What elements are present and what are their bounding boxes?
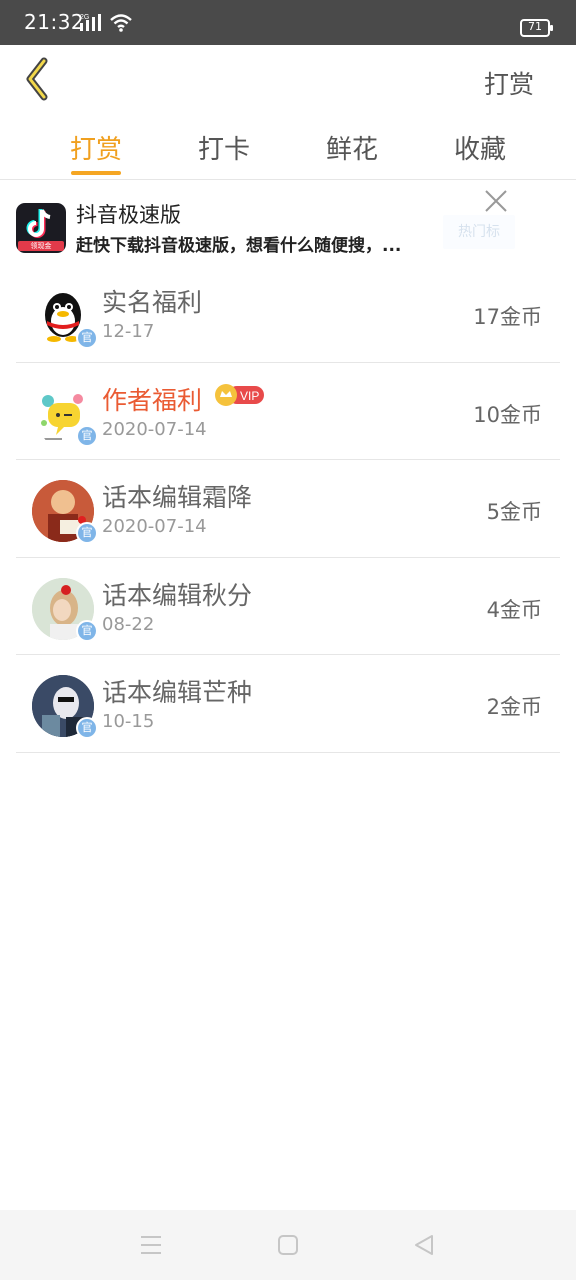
official-badge: 官: [76, 619, 98, 642]
ad-title: 抖音极速版: [76, 203, 181, 227]
official-badge: 官: [76, 522, 98, 545]
wifi-icon: [110, 14, 132, 32]
reward-sender-name: 话本编辑霜降: [102, 483, 253, 513]
official-badge: 官: [76, 327, 98, 349]
list-item[interactable]: 官 作者福利 VIP 2020-07-14 10金币: [16, 363, 560, 461]
list-item[interactable]: 官 实名福利 12-17 17金币: [16, 265, 560, 363]
official-badge: 官: [76, 424, 98, 447]
tab-reward[interactable]: 打赏: [66, 129, 126, 166]
tab-flowers[interactable]: 鲜花: [322, 129, 382, 166]
reward-amount: 10金币: [473, 402, 542, 427]
page-title: 打赏: [483, 70, 534, 99]
reward-amount: 2金币: [486, 695, 542, 720]
status-bar: 21:32 2G 71: [0, 0, 576, 45]
reward-date: 12-17: [102, 321, 155, 342]
reward-list: 官 实名福利 12-17 17金币 官 作者福利 VIP 2020-07-14: [16, 265, 560, 753]
tab-favorites[interactable]: 收藏: [450, 129, 510, 166]
battery-icon: 71: [520, 19, 553, 37]
reward-sender-name: 话本编辑秋分: [102, 580, 253, 610]
music-note-icon: [26, 209, 51, 238]
app-icon: 领现金: [16, 203, 66, 253]
tab-checkin[interactable]: 打卡: [194, 129, 254, 166]
ad-description: 赶快下载抖音极速版，想看什么随便搜，...: [76, 236, 402, 256]
menu-icon[interactable]: [139, 1234, 163, 1256]
reward-date: 2020-07-14: [102, 418, 207, 440]
reward-amount: 5金币: [486, 500, 542, 525]
list-item[interactable]: 官 话本编辑芒种 10-15 2金币: [16, 655, 560, 753]
reward-sender-name: 话本编辑芒种: [102, 678, 253, 708]
list-item[interactable]: 官 话本编辑秋分 08-22 4金币: [16, 558, 560, 656]
tab-bar: 打赏 打卡 鲜花 收藏: [0, 115, 576, 180]
header: 打赏: [0, 45, 576, 115]
reward-sender-name: 作者福利: [102, 385, 203, 415]
vip-badge-icon: VIP: [215, 383, 264, 406]
home-icon[interactable]: [276, 1234, 300, 1256]
svg-text:2G: 2G: [80, 14, 89, 21]
vip-label: VIP: [240, 389, 259, 403]
reward-date: 2020-07-14: [102, 516, 207, 538]
active-tab-indicator: [71, 171, 121, 175]
status-time: 21:32: [24, 10, 85, 34]
list-item[interactable]: 官 话本编辑霜降 2020-07-14 5金币: [16, 460, 560, 558]
back-triangle-icon[interactable]: [412, 1234, 436, 1256]
official-badge: 官: [76, 717, 98, 740]
ad-action-button[interactable]: 热门标: [443, 215, 515, 249]
reward-amount: 17金币: [473, 305, 542, 329]
reward-date: 08-22: [102, 613, 155, 635]
ad-banner[interactable]: 领现金 抖音极速版 赶快下载抖音极速版，想看什么随便搜，... 热门标: [0, 181, 576, 261]
app-icon-badge: 领现金: [18, 241, 64, 251]
battery-level: 71: [528, 20, 542, 33]
reward-sender-name: 实名福利: [102, 288, 203, 317]
back-arrow-icon[interactable]: [20, 57, 54, 101]
system-nav-bar: [0, 1210, 576, 1280]
cell-signal-icon: 2G: [80, 14, 101, 31]
reward-date: 10-15: [102, 711, 155, 733]
close-icon[interactable]: [484, 189, 508, 213]
reward-amount: 4金币: [486, 597, 542, 622]
